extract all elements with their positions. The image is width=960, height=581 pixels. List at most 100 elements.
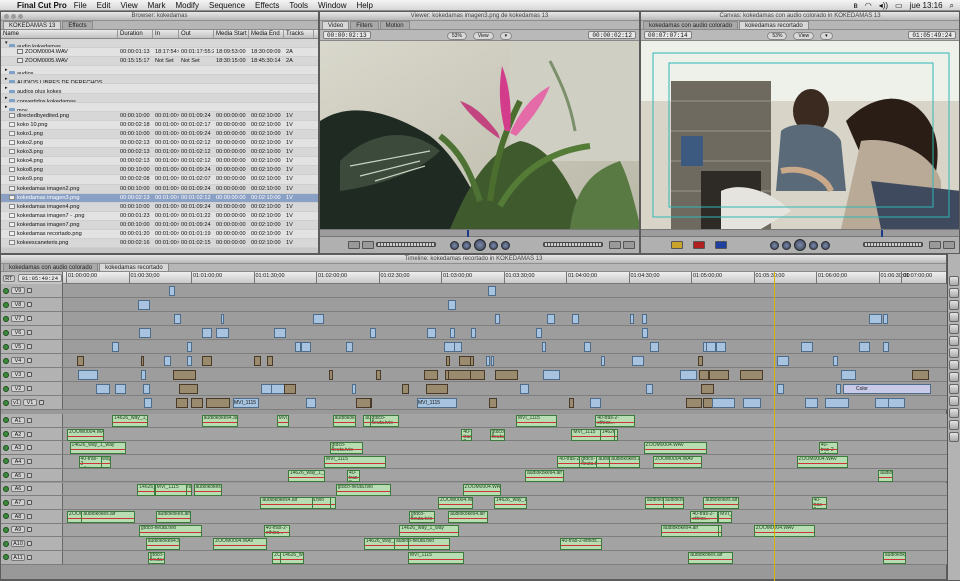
canvas-jog[interactable] [863,242,923,247]
menu-window[interactable]: Window [318,1,346,10]
video-clip[interactable] [542,370,561,380]
track-visibility-icon[interactable] [3,513,9,520]
audio-clip[interactable]: 40-tras-2-ethios... [559,538,603,551]
tab-tl-kokedamas-con-audio[interactable]: kokedamas con audio colorado [3,263,99,271]
video-clip[interactable] [266,356,273,366]
audio-clip[interactable]: ZOOM0004.WAV [753,524,816,537]
audio-clip[interactable]: audiokokes4.aif [145,538,181,551]
video-clip[interactable] [114,384,127,394]
menu-modify[interactable]: Modify [175,1,199,10]
track-label[interactable]: A6 [11,485,25,493]
canvas-play-in-out-button[interactable] [782,240,791,250]
video-clip[interactable] [201,328,213,338]
audio-clip[interactable]: audiokokes4.aif [882,552,907,564]
video-clip[interactable] [519,384,530,394]
video-clip[interactable] [352,384,356,394]
canvas-play-button[interactable] [794,239,806,251]
track-lock-icon[interactable] [27,288,32,293]
video-clip[interactable] [138,328,151,338]
hand-tool-icon[interactable] [949,384,959,394]
audio-clip[interactable]: 40-tras-2-ethios... [461,428,472,441]
video-clip[interactable] [448,370,471,380]
browser-row[interactable]: ZOOM0004.WAV 00:00:01:13 18:17:54:0 00:01:1… [1,48,318,58]
browser-row[interactable]: ▸audios [1,66,318,76]
tab-video[interactable]: Video [322,21,350,29]
browser-row[interactable]: kokedamas imagen7.png 00:00:10:00 00:01:00… [1,221,318,230]
canvas-play-around-button[interactable] [809,240,818,250]
video-clip[interactable] [583,342,591,352]
play-button[interactable] [473,239,486,251]
audio-clip[interactable]: 14626_way_1_way [69,442,126,455]
track-lock-icon[interactable] [27,486,32,492]
audio-clip[interactable]: audiokokes.aif [155,510,191,523]
audio-clip[interactable]: audiokokes.aif [703,497,739,510]
track-lock-icon[interactable] [27,417,32,423]
color-generator-clip[interactable]: Color [843,384,931,394]
roll-tool-icon[interactable] [949,312,959,322]
audio-clip[interactable]: audiokokes4.aif [448,510,489,523]
browser-row[interactable]: kokedamas recortado.png 00:00:01:20 00:01:… [1,229,318,240]
edit-selection-tool-icon[interactable] [949,288,959,298]
track-lock-icon[interactable] [27,500,32,506]
track-lock-icon[interactable] [27,330,32,335]
previous-edit-button[interactable] [449,240,459,250]
video-clip[interactable] [76,356,84,366]
video-clip[interactable] [547,314,556,324]
video-clip[interactable] [601,356,606,366]
browser-row[interactable]: kokedamas imagen7 - .png 00:00:01:23 00:01… [1,211,318,221]
crop-tool-icon[interactable] [949,360,959,370]
overwrite-edit-button[interactable] [693,241,705,249]
audio-clip[interactable]: gtdco-fleuta.tvio [138,524,203,537]
audio-clip[interactable]: 40-tras-2-ethios... [595,415,635,427]
track-label[interactable]: V7 [11,315,25,322]
video-clip[interactable] [141,370,146,380]
track-lock-icon[interactable] [27,527,32,533]
track-label[interactable]: V5 [11,343,25,350]
canvas-scrubber[interactable] [641,229,959,238]
video-clip[interactable] [454,342,462,352]
menu-edit[interactable]: Edit [97,1,111,10]
video-clip[interactable] [912,370,930,380]
video-clip[interactable] [883,314,889,324]
track-label[interactable]: A3 [11,444,25,452]
audio-clip[interactable]: gtdco-fleuta.tvio [489,428,505,441]
video-clip[interactable] [176,398,188,408]
browser-row[interactable]: kokedamas imagen3.png 00:00:02:13 00:01:00… [1,193,318,203]
video-clip[interactable] [869,314,882,324]
audio-clip[interactable]: audiokokes.aif [609,456,640,469]
video-clip[interactable] [78,370,98,380]
track-lock-icon[interactable] [27,554,32,560]
canvas-current-timecode[interactable]: 01:05:49:24 [908,31,956,39]
tab-kokedamas-recortado[interactable]: kokedamas recortado [739,21,809,29]
audio-clip[interactable]: ZOOM0004.WAV [438,497,474,510]
ripple-tool-icon[interactable] [949,396,959,406]
timeline-current-timecode[interactable]: 01:05:49:24 [17,274,62,282]
audio-clip[interactable]: MVI_1115 [407,552,465,564]
audio-clip[interactable]: MVI_1115 [154,483,188,496]
video-clip[interactable] [427,328,436,338]
video-clip[interactable] [487,286,497,296]
audio-clip[interactable]: 14626_way_1_way [137,483,156,496]
audio-clip[interactable]: audiokokes.aif [81,510,135,523]
audio-clip[interactable]: 40-tras-2-ethios... [263,524,291,537]
audio-clip[interactable]: ZOOM0004.WAV [796,456,848,469]
source-patch[interactable]: v1 [11,399,21,406]
zoom-button[interactable] [18,14,23,19]
track-lock-icon[interactable] [27,541,32,547]
replace-edit-button[interactable] [715,241,727,249]
track-visibility-icon[interactable] [3,431,9,438]
browser-row[interactable]: kokeescaneteris.png 00:00:02:16 00:01:00:0… [1,239,318,249]
browser-row[interactable]: koko2.png 00:00:02:13 00:01:00:0 00:01:02:1… [1,139,318,149]
video-clip[interactable] [699,370,710,380]
video-clip[interactable] [220,314,225,324]
browser-row[interactable]: koko9.png 00:00:02:08 00:01:00:0 00:01:02:0… [1,175,318,185]
track-visibility-icon[interactable] [3,315,9,322]
browser-row[interactable]: directedbyedited.png 00:00:10:00 00:01:00:… [1,112,318,121]
video-clip[interactable] [740,370,764,380]
video-clip[interactable] [401,384,409,394]
minimize-button[interactable] [11,14,16,19]
audio-clip[interactable]: 40-tras-2-ethios... [78,456,103,469]
col-in[interactable]: In [153,30,179,38]
tab-filters[interactable]: Filters [350,21,379,29]
canvas-marker-button[interactable] [929,241,941,249]
